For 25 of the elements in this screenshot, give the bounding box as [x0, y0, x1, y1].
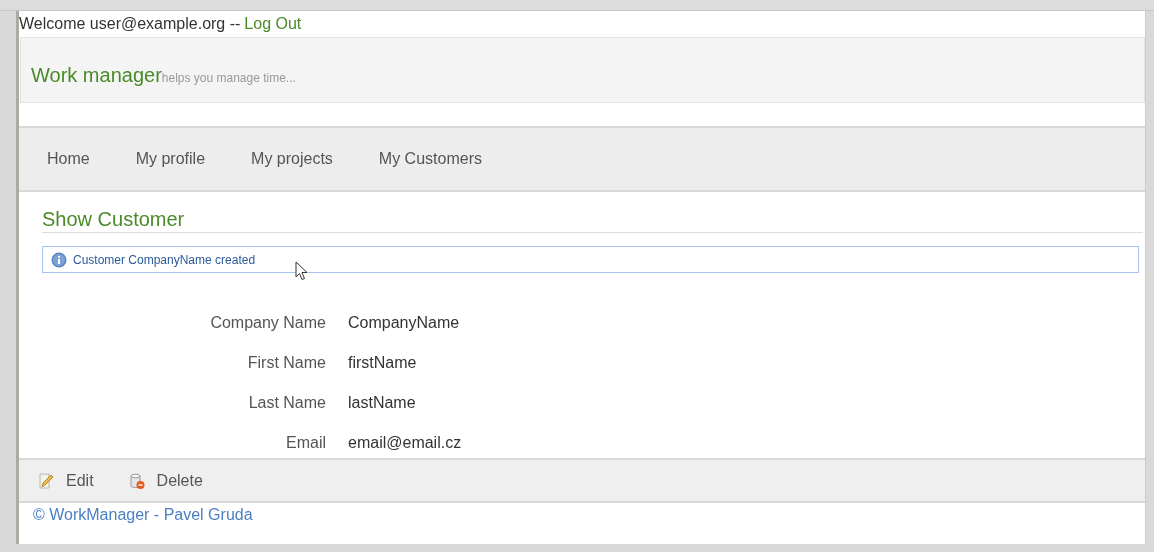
nav-link[interactable]: My projects [251, 150, 333, 168]
field-label: Email [285, 433, 326, 452]
field-value: lastName [348, 393, 417, 412]
site-title: Work manager [31, 64, 162, 86]
field-label: Last Name [247, 393, 326, 412]
edit-link[interactable]: Edit [37, 471, 94, 490]
welcome-text: Welcome user@example.org -- [19, 15, 241, 33]
mouse-cursor-icon [295, 261, 309, 281]
copyright-link[interactable]: © WorkManager - Pavel Gruda [33, 506, 253, 523]
pencil-page-icon [37, 471, 55, 490]
database-remove-icon [127, 471, 146, 490]
logout-link[interactable]: Log Out [244, 15, 302, 33]
nav-link[interactable]: Home [47, 150, 90, 168]
field-value: CompanyName [348, 313, 461, 332]
nav-link[interactable]: My profile [135, 150, 206, 168]
field-label: Company Name [209, 313, 326, 332]
message-text: Customer CompanyName created [73, 252, 256, 267]
field-label: First Name [246, 353, 326, 372]
delete-link[interactable]: Delete [127, 471, 203, 490]
nav-link[interactable]: My Customers [378, 150, 482, 168]
site-tagline: helps you manage time... [161, 71, 296, 85]
field-value: email@email.cz [348, 433, 463, 452]
info-icon [51, 251, 67, 268]
page-heading: Show Customer [42, 208, 1143, 233]
field-value: firstName [348, 353, 418, 372]
